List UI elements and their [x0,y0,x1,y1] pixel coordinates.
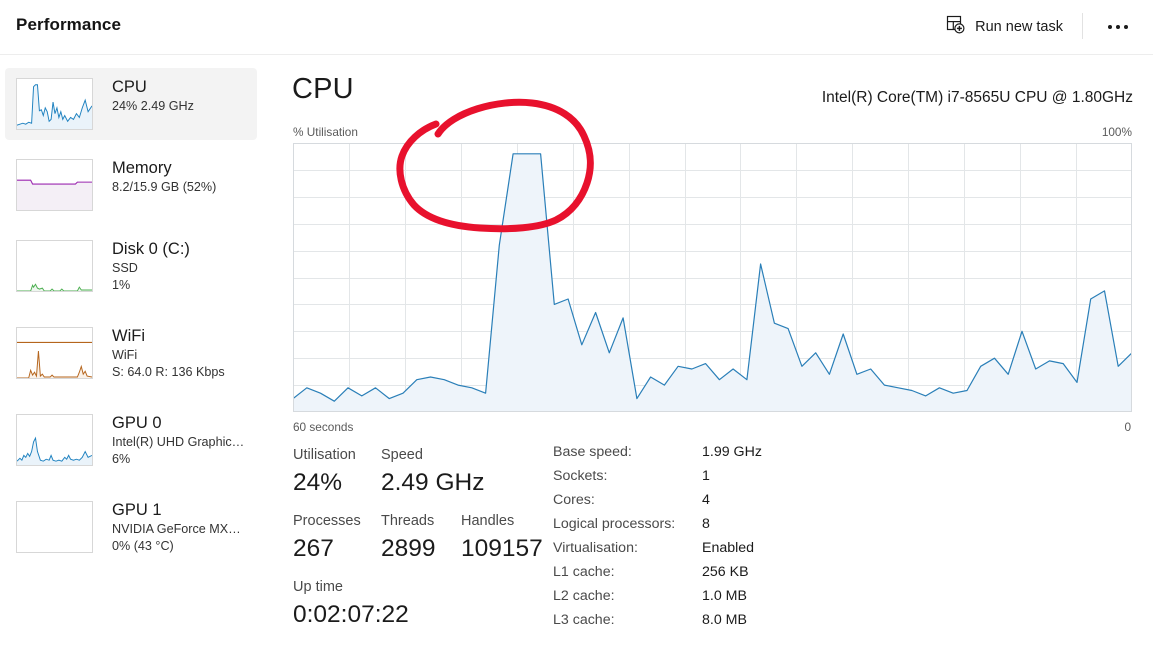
cpu-thumb-graph [16,78,93,130]
x-axis-label: 60 seconds [293,420,354,434]
info-row: Sockets: 1 [553,468,953,492]
sidebar-item-sub1: SSD [112,261,138,275]
stat-value: 2.49 GHz [381,469,485,496]
run-new-task-button[interactable]: Run new task [938,10,1071,44]
info-key: Cores: [553,492,595,508]
more-options-button[interactable] [1097,10,1139,44]
info-key: Sockets: [553,468,608,484]
sidebar-item-sub2: 0% (43 °C) [112,538,174,553]
info-row: Cores: 4 [553,492,953,516]
cpu-utilisation-graph[interactable] [293,143,1132,412]
sidebar-item-sub2: 6% [112,451,131,466]
sidebar-item-memory-text: Memory 8.2/15.9 GB (52%) [112,149,216,196]
sidebar-item-wifi[interactable]: WiFi WiFi S: 64.0 R: 136 Kbps [5,317,257,395]
info-row: L3 cache: 8.0 MB [553,612,953,636]
sidebar-item-memory[interactable]: Memory 8.2/15.9 GB (52%) [5,149,257,221]
sidebar-item-label: Disk 0 (C:) [112,240,190,258]
x-axis-min-label: 0 [1124,420,1131,434]
info-key: L1 cache: [553,564,615,580]
info-row: Base speed: 1.99 GHz [553,444,953,468]
sidebar-item-gpu0[interactable]: GPU 0 Intel(R) UHD Graphic… 6% [5,404,257,482]
stat-value: 109157 [461,535,543,562]
main-panel: CPU Intel(R) Core(TM) i7-8565U CPU @ 1.8… [262,56,1153,650]
sidebar-item-sub1: NVIDIA GeForce MX… [112,522,241,536]
sidebar-item-cpu-text: CPU 24% 2.49 GHz [112,68,194,115]
sidebar-item-label: GPU 0 [112,414,162,432]
stat-threads: Threads 2899 [381,510,436,566]
info-key: Logical processors: [553,516,676,532]
info-row: Logical processors: 8 [553,516,953,540]
disk-thumb-graph [16,240,93,292]
info-row: L1 cache: 256 KB [553,564,953,588]
sidebar-item-gpu1-text: GPU 1 NVIDIA GeForce MX… 0% (43 °C) [112,491,241,554]
stat-processes: Processes 267 [293,510,361,566]
stat-value: 2899 [381,535,436,562]
sidebar: CPU 24% 2.49 GHz Memory 8.2/15.9 GB (52%… [0,56,262,650]
cpu-heading: CPU [292,73,354,105]
stat-label: Utilisation [293,447,356,463]
gpu0-thumb-graph [16,414,93,466]
stat-label: Up time [293,579,343,595]
sidebar-item-label: Memory [112,159,172,177]
stat-label: Speed [381,447,423,463]
sidebar-item-gpu0-text: GPU 0 Intel(R) UHD Graphic… 6% [112,404,244,467]
sidebar-item-disk0[interactable]: Disk 0 (C:) SSD 1% [5,230,257,308]
sidebar-item-sub1: 8.2/15.9 GB (52%) [112,180,217,194]
page-title: Performance [16,15,122,34]
sidebar-item-sub2: 1% [112,277,131,292]
toolbar-separator [1082,13,1083,39]
info-key: Virtualisation: [553,540,638,556]
sidebar-item-sub2: S: 64.0 R: 136 Kbps [112,364,225,379]
y-axis-max-label: 100% [1101,125,1132,139]
new-task-window-plus-icon [946,15,965,39]
info-value: Enabled [702,540,755,556]
cpu-model-label: Intel(R) Core(TM) i7-8565U CPU @ 1.80GHz [821,89,1133,106]
cpu-info-block: Base speed: 1.99 GHz Sockets: 1 Cores: 4… [553,444,953,636]
sidebar-item-sub1: 24% 2.49 GHz [112,99,194,113]
sidebar-item-cpu[interactable]: CPU 24% 2.49 GHz [5,68,257,140]
stat-label: Processes [293,513,361,529]
stat-value: 267 [293,535,334,562]
stat-row-3: Up time 0:02:07:22 [293,576,543,642]
gpu1-thumb-graph [16,501,93,553]
ellipsis-icon [1108,25,1128,29]
y-axis-label: % Utilisation [293,125,358,139]
info-value: 8.0 MB [702,612,747,628]
stat-label: Handles [461,513,515,529]
run-new-task-label: Run new task [975,19,1063,35]
info-value: 8 [702,516,710,532]
sidebar-item-label: CPU [112,78,147,96]
sidebar-item-gpu1[interactable]: GPU 1 NVIDIA GeForce MX… 0% (43 °C) [5,491,257,569]
stat-uptime: Up time 0:02:07:22 [293,576,409,632]
sidebar-item-wifi-text: WiFi WiFi S: 64.0 R: 136 Kbps [112,317,225,380]
memory-thumb-graph [16,159,93,211]
info-key: L2 cache: [553,588,615,604]
stat-value: 24% [293,469,343,496]
sidebar-item-label: WiFi [112,327,145,345]
info-value: 1.99 GHz [702,444,762,460]
info-value: 4 [702,492,710,508]
cpu-stats-block: Utilisation 24% Speed 2.49 GHz Processes… [293,444,543,642]
stat-row-1: Utilisation 24% Speed 2.49 GHz [293,444,543,510]
info-value: 256 KB [702,564,749,580]
stat-speed: Speed 2.49 GHz [381,444,485,500]
wifi-thumb-graph [16,327,93,379]
sidebar-item-disk0-text: Disk 0 (C:) SSD 1% [112,230,190,293]
info-key: L3 cache: [553,612,615,628]
info-value: 1.0 MB [702,588,747,604]
stat-handles: Handles 109157 [461,510,543,566]
stat-utilisation: Utilisation 24% [293,444,356,500]
sidebar-item-sub1: WiFi [112,348,138,362]
stat-row-2: Processes 267 Threads 2899 Handles 10915… [293,510,543,576]
title-bar: Performance Run new task [0,0,1153,55]
stat-label: Threads [381,513,435,529]
stat-value: 0:02:07:22 [293,601,409,628]
info-key: Base speed: [553,444,632,460]
cpu-chart-svg [293,143,1132,412]
info-row: Virtualisation: Enabled [553,540,953,564]
sidebar-item-label: GPU 1 [112,501,162,519]
sidebar-item-sub1: Intel(R) UHD Graphic… [112,435,245,449]
info-row: L2 cache: 1.0 MB [553,588,953,612]
info-value: 1 [702,468,710,484]
